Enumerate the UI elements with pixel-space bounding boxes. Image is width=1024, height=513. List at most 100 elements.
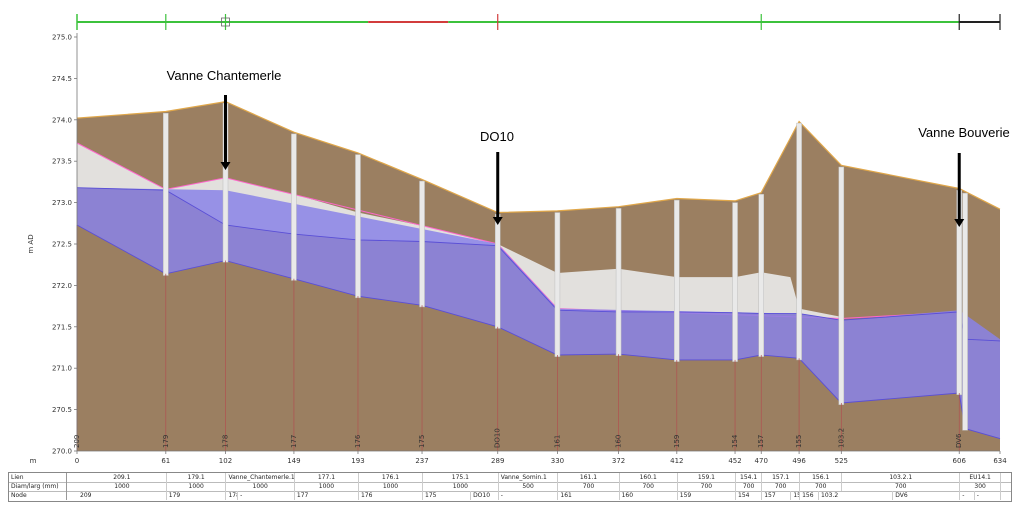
node-tick-label-14: DV6 xyxy=(955,433,963,448)
node-tick-label-2: 178 xyxy=(221,435,229,448)
node-tick-label-11: 157 xyxy=(757,435,765,448)
diameter-cell-2: 1000 xyxy=(226,482,295,491)
row-label-nodes: Node xyxy=(9,491,67,500)
longitudinal-profile-chart: 209 179 178 177 176 175 DO10 161 160 159 154 157 155… xyxy=(27,14,1010,465)
node-tick-label-5: 175 xyxy=(418,435,426,448)
node-tick-label-8: 160 xyxy=(615,435,623,448)
manhole-0 xyxy=(163,112,169,276)
link-id-cell-5: 175.1 xyxy=(423,473,499,482)
diameter-cell-1: 1000 xyxy=(167,482,227,491)
node-tick-label-10: 154 xyxy=(731,434,739,448)
link-id-cell-9: 159.1 xyxy=(678,473,737,482)
x-axis-title: m xyxy=(30,457,37,465)
x-tick-label-4: 193 xyxy=(351,457,364,465)
node-cell-13: 157 xyxy=(762,491,792,500)
y-tick-label-10: 275.0 xyxy=(52,34,72,42)
link-id-cell-14: EU14.1 xyxy=(960,473,1001,482)
manhole-9 xyxy=(732,202,738,362)
node-cell-9: 161 xyxy=(558,491,620,500)
y-tick-label-4: 272.0 xyxy=(52,282,72,290)
node-cell-3: - xyxy=(238,491,295,500)
manhole-12 xyxy=(838,166,845,405)
y-tick-label-6: 273.0 xyxy=(52,199,72,207)
manhole-4 xyxy=(419,180,425,308)
link-id-cell-12: 156.1 xyxy=(800,473,843,482)
x-tick-label-6: 289 xyxy=(491,457,504,465)
node-tick-label-9: 159 xyxy=(673,435,681,448)
node-tick-label-3: 177 xyxy=(290,435,298,448)
diameter-cell-0: 1000 xyxy=(78,482,167,491)
x-tick-label-1: 61 xyxy=(161,457,170,465)
row-label-links: Lien xyxy=(9,473,67,482)
link-id-cell-3: 177.1 xyxy=(295,473,359,482)
diameter-cell-11: 700 xyxy=(762,482,801,491)
diameter-cell-5: 1000 xyxy=(423,482,499,491)
x-tick-label-12: 496 xyxy=(792,457,806,465)
x-tick-label-14: 606 xyxy=(953,457,967,465)
manhole-11 xyxy=(796,122,802,361)
top-status-bar xyxy=(76,14,1001,30)
y-tick-label-8: 274.0 xyxy=(52,116,72,124)
node-cell-15: 156 xyxy=(800,491,820,500)
x-tick-label-3: 149 xyxy=(287,457,300,465)
y-tick-label-3: 271.5 xyxy=(52,323,72,331)
node-tick-label-7: 161 xyxy=(553,435,561,448)
node-cell-5: 176 xyxy=(359,491,424,500)
node-cell-19: - xyxy=(975,491,1001,500)
diameter-cell-7: 700 xyxy=(558,482,620,491)
node-tick-label-6: DO10 xyxy=(494,428,502,448)
manhole-14 xyxy=(962,192,968,431)
manhole-2 xyxy=(291,133,297,281)
x-tick-label-2: 102 xyxy=(219,457,232,465)
node-cell-4: 177 xyxy=(295,491,359,500)
x-tick-label-11: 470 xyxy=(755,457,768,465)
link-id-cell-7: 161.1 xyxy=(558,473,620,482)
node-cell-16: 103.2 xyxy=(819,491,894,500)
diameter-cell-8: 700 xyxy=(620,482,678,491)
diameter-cell-14: 300 xyxy=(960,482,1001,491)
manhole-5 xyxy=(494,213,501,329)
node-cell-2: 178 xyxy=(228,491,239,500)
table-row-nodes: Node 209179178-177176175DO10-16116015915… xyxy=(9,491,1011,500)
y-tick-label-7: 273.5 xyxy=(52,158,72,166)
node-cell-10: 160 xyxy=(620,491,678,500)
y-tick-label-2: 271.0 xyxy=(52,365,72,373)
node-tick-label-13: 103.2 xyxy=(837,428,845,448)
y-tick-label-0: 270.0 xyxy=(52,448,72,456)
node-cell-1: 179 xyxy=(167,491,227,500)
x-tick-label-7: 330 xyxy=(551,457,564,465)
x-tick-label-0: 0 xyxy=(75,457,79,465)
node-tick-label-1: 179 xyxy=(162,435,170,448)
link-id-cell-2: Vanne_Chantemerle.1 xyxy=(228,473,295,482)
diameter-cell-13: 700 xyxy=(842,482,961,491)
y-tick-label-5: 272.5 xyxy=(52,241,72,249)
node-cell-6: 175 xyxy=(423,491,472,500)
link-id-cell-13: 103.2.1 xyxy=(842,473,961,482)
node-cell-17: DV6 xyxy=(893,491,961,500)
node-cell-11: 159 xyxy=(678,491,737,500)
diameter-cell-6: 500 xyxy=(499,482,559,491)
x-tick-label-9: 412 xyxy=(670,457,683,465)
annotation-label-2: Vanne Bouverie xyxy=(918,125,1010,140)
y-tick-label-9: 274.5 xyxy=(52,75,72,83)
row-label-diameter: Diam/larg (mm) xyxy=(9,482,67,491)
x-tick-label-10: 452 xyxy=(728,457,741,465)
x-tick-label-13: 525 xyxy=(835,457,848,465)
node-tick-label-4: 176 xyxy=(354,434,362,448)
link-id-cell-1: 179.1 xyxy=(167,473,227,482)
manhole-7 xyxy=(615,208,622,357)
annotation-label-0: Vanne Chantemerle xyxy=(167,68,282,83)
diameter-cell-9: 700 xyxy=(678,482,737,491)
link-id-cell-0: 209.1 xyxy=(78,473,167,482)
manhole-8 xyxy=(674,199,680,362)
node-cell-18: - xyxy=(960,491,975,500)
x-tick-label-5: 237 xyxy=(415,457,428,465)
link-id-cell-11: 157.1 xyxy=(762,473,801,482)
diameter-cell-10: 700 xyxy=(736,482,763,491)
node-cell-0: 209 xyxy=(78,491,167,500)
link-id-cell-4: 176.1 xyxy=(359,473,424,482)
manhole-6 xyxy=(554,212,561,357)
diameter-cell-4: 1000 xyxy=(359,482,424,491)
node-cell-12: 154 xyxy=(736,491,763,500)
y-tick-label-1: 270.5 xyxy=(52,406,72,414)
